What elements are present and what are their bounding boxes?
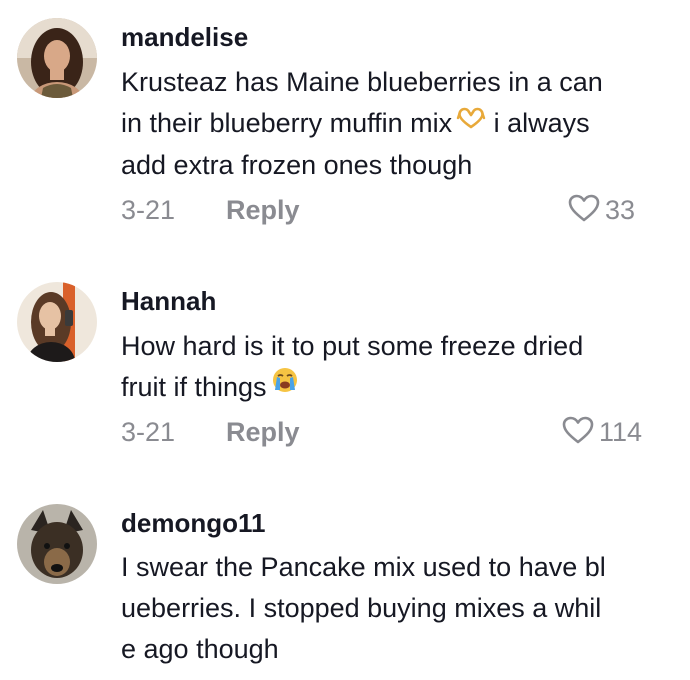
comment-item: demongo11 I swear the Pancake mix used t… [0, 480, 690, 680]
comment-item: mandelise Krusteaz has Maine blueberries… [0, 0, 690, 250]
comment-text: Krusteaz has Maine blueberries in a can … [121, 62, 661, 186]
heart-hands-emoji-icon [456, 101, 486, 142]
comment-text-line: How hard is it to put some freeze dried [121, 331, 584, 361]
comment-username[interactable]: Hannah [121, 286, 216, 317]
heart-outline-icon [561, 415, 595, 450]
comment-text-line: fruit if things [121, 367, 661, 409]
comment-text-line: in their blueberry muffin mix i always [121, 103, 661, 145]
like-count: 33 [605, 195, 636, 225]
comment-username[interactable]: demongo11 [121, 508, 265, 539]
like-button[interactable]: 33 [567, 193, 635, 228]
comment-text: How hard is it to put some freeze dried … [121, 326, 661, 409]
reply-button[interactable]: Reply [226, 417, 300, 448]
avatar[interactable] [17, 18, 97, 98]
avatar[interactable] [17, 282, 97, 362]
avatar[interactable] [17, 504, 97, 584]
reply-button[interactable]: Reply [226, 195, 300, 226]
like-button[interactable]: 114 [561, 415, 642, 450]
heart-outline-icon [567, 193, 601, 228]
like-count: 114 [599, 417, 643, 447]
comment-text-line: I swear the Pancake mix used to have bl [121, 552, 606, 582]
comment-item: Hannah How hard is it to put some freeze… [0, 250, 690, 480]
comment-text-line: Krusteaz has Maine blueberries in a can [121, 67, 603, 97]
comment-date: 3-21 [121, 195, 176, 225]
loudly-crying-face-icon [271, 365, 299, 406]
comment-text: I swear the Pancake mix used to have bl … [121, 547, 661, 670]
comment-text-line: add extra frozen ones though [121, 150, 473, 181]
comment-text-line: ueberries. I stopped buying mixes a whil [121, 593, 602, 623]
comment-text-segment: i always [493, 108, 590, 138]
comment-text-line: e ago though [121, 634, 279, 664]
comment-username[interactable]: mandelise [121, 22, 248, 53]
comment-text-segment: in their blueberry muffin mix [121, 108, 453, 138]
comment-text-segment: fruit if things [121, 372, 267, 402]
comment-date: 3-21 [121, 417, 176, 447]
